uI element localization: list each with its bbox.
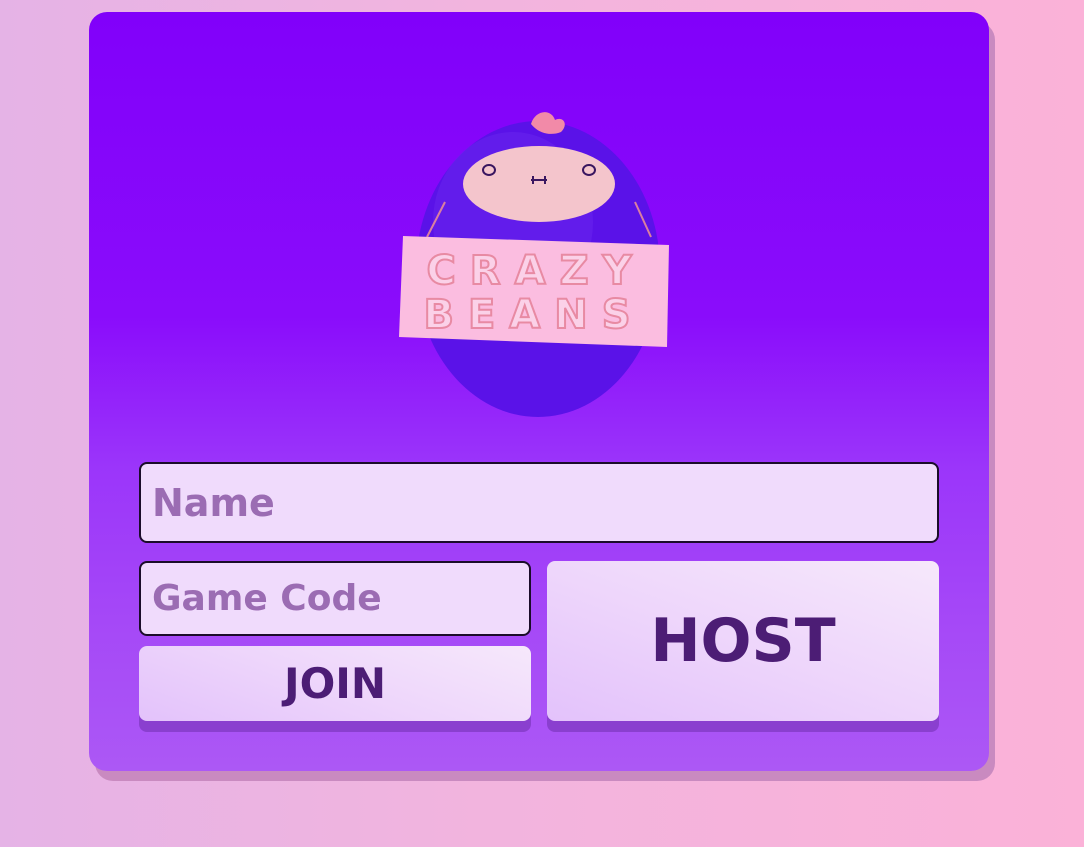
bean-mascot-icon: CRAZY BEANS — [399, 112, 669, 417]
bean-face — [463, 146, 615, 222]
sign-line-2: BEANS — [423, 292, 644, 338]
host-button[interactable]: HOST — [547, 561, 939, 721]
host-button-shadow: HOST — [547, 561, 939, 732]
sign-line-1: CRAZY — [426, 248, 645, 294]
lobby-card: CRAZY BEANS JOIN HOST — [89, 12, 989, 771]
name-input[interactable] — [139, 462, 939, 543]
join-button-shadow: JOIN — [139, 646, 531, 732]
game-code-input[interactable] — [139, 561, 531, 636]
join-button[interactable]: JOIN — [139, 646, 531, 721]
